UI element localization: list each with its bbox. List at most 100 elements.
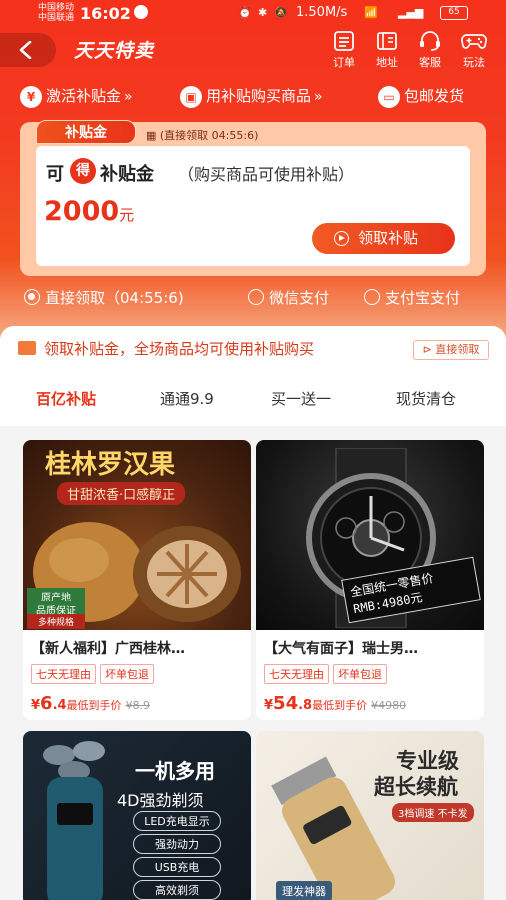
chip-seven-day-return: 七天无理由 [264, 664, 329, 684]
product-image-subtitle: 4D强劲剃须 [117, 791, 204, 810]
subsidy-countdown: ▦ (直接领取 04:55:6) [146, 127, 258, 143]
network-speed: 1.50M/s [296, 5, 348, 20]
subsidy-ke: 可 [46, 164, 64, 185]
claim-subsidy-label: 领取补贴 [358, 229, 419, 247]
order-label: 订单 [333, 56, 355, 69]
gameplay-button[interactable]: 玩法 [454, 30, 494, 70]
product-title: 【新人福利】广西桂林… [31, 641, 185, 657]
step-buy-label: 用补贴购买商品 [206, 87, 312, 105]
price-currency: ¥ [264, 698, 274, 713]
feature-pill: USB充电 [133, 857, 221, 877]
signal-icon: ▂▄▆ [398, 6, 424, 19]
subsidy-card: 可 得 补贴金 （购买商品可使用补贴） 2000元 领取补贴 [36, 146, 470, 266]
payment-options: 直接领取（04:55:6) 微信支付 支付宝支付 [0, 285, 506, 311]
spec-badge: 多种规格 [27, 614, 85, 629]
pay-option-alipay[interactable]: 支付宝支付 [364, 287, 460, 308]
product-badge: 理发神器 [276, 881, 332, 900]
clock: 16:02 [80, 4, 131, 23]
subsidy-countdown-text: (直接领取 04:55:6) [159, 129, 259, 142]
status-bar: 中国移动 中国联通 16:02 ⏰ ✱ 🔕 1.50M/s 📶 ▂▄▆ 65 [0, 0, 506, 26]
product-image: 全国统一零售价 RMB:4980元 [256, 440, 484, 630]
subsidy-label: 补贴金 [100, 164, 154, 185]
pay-option-wechat[interactable]: 微信支付 [248, 287, 329, 308]
step-activate: ¥ 激活补贴金» [20, 85, 133, 108]
product-image: 专业级 超长续航 3档调速 不卡发 理发神器 [256, 731, 484, 900]
play-icon [334, 231, 349, 246]
price-currency: ¥ [31, 698, 41, 713]
product-feed: 桂林罗汉果 甘甜浓香·口感醇正 原产地 品质保证 多种规格 【新人福利】广西桂林… [0, 426, 506, 900]
claim-subsidy-button[interactable]: 领取补贴 [312, 223, 455, 254]
category-tabs: 百亿补贴 通通9.9 买一送一 现货清仓 [0, 386, 506, 416]
tab-clearance[interactable]: 现货清仓 [396, 388, 456, 409]
price-decimal: .4 [52, 698, 67, 713]
process-steps: ¥ 激活补贴金» ▣ 用补贴购买商品» ▭ 包邮发货 [0, 82, 506, 112]
product-image-title: 一机多用 [135, 759, 215, 783]
order-icon [334, 31, 354, 51]
chip-damage-refund: 坏单包退 [333, 664, 387, 684]
product-title: 【大气有面子】瑞士男… [264, 641, 418, 657]
subsidy-amount-value: 2000 [44, 196, 120, 227]
product-image-subtitle: 甘甜浓香·口感醇正 [57, 482, 186, 505]
back-arrow-icon [19, 41, 32, 59]
step-arrow: » [124, 89, 133, 105]
tab-tongtong-99[interactable]: 通通9.9 [160, 388, 214, 409]
subsidy-description: （购买商品可使用补贴） [178, 165, 355, 184]
notice-text: 领取补贴金，全场商品均可使用补贴购买 [44, 340, 315, 358]
address-button[interactable]: 地址 [367, 30, 407, 70]
feature-pill: 强劲动力 [133, 834, 221, 854]
ticket-icon [18, 341, 36, 355]
product-card[interactable]: 专业级 超长续航 3档调速 不卡发 理发神器 [256, 731, 484, 900]
notice-bar: 领取补贴金，全场商品均可使用补贴购买 [18, 338, 314, 359]
step-ship: ▭ 包邮发货 [378, 85, 464, 108]
product-price: ¥6.4最低到手价 ¥8.9 [31, 693, 150, 714]
direct-claim-label: 直接领取 [435, 343, 480, 356]
step-arrow: » [314, 89, 323, 105]
radio-icon [364, 289, 380, 305]
radio-icon [248, 289, 264, 305]
product-chips: 七天无理由 坏单包退 [31, 663, 158, 684]
price-label: 最低到手价 [66, 699, 122, 712]
product-card[interactable]: 桂林罗汉果 甘甜浓香·口感醇正 原产地 品质保证 多种规格 【新人福利】广西桂林… [23, 440, 251, 720]
battery-indicator: 65 [440, 6, 468, 20]
wallet-icon: ▭ [378, 85, 400, 108]
page-title: 天天特卖 [74, 40, 155, 62]
wifi-icon: 📶 [364, 6, 378, 19]
content-panel: 领取补贴金，全场商品均可使用补贴购买 ⊳ 直接领取 百亿补贴 通通9.9 买一送… [0, 326, 506, 900]
back-button[interactable] [0, 33, 56, 67]
shaver-illustration [43, 741, 105, 900]
subsidy-tag: 补贴金 [36, 120, 136, 144]
original-price: ¥8.9 [125, 699, 151, 712]
chip-seven-day-return: 七天无理由 [31, 664, 96, 684]
hero-banner: 中国移动 中国联通 16:02 ⏰ ✱ 🔕 1.50M/s 📶 ▂▄▆ 65 天… [0, 0, 506, 345]
bluetooth-icon: ✱ [258, 6, 268, 19]
carrier-1: 中国移动 [38, 3, 75, 13]
step-activate-label: 激活补贴金 [46, 87, 122, 105]
product-chips: 七天无理由 坏单包退 [264, 663, 391, 684]
pay-option-direct[interactable]: 直接领取（04:55:6) [24, 287, 184, 308]
product-card[interactable]: 全国统一零售价 RMB:4980元 【大气有面子】瑞士男… 七天无理由 坏单包退 … [256, 440, 484, 720]
carrier-2: 中国联通 [38, 13, 75, 23]
shield-icon [134, 5, 148, 19]
product-card[interactable]: 一机多用 4D强劲剃须 LED充电显示 强劲动力 USB充电 高效剃须 [23, 731, 251, 900]
gamepad-icon [461, 34, 487, 49]
alarm-icon: ⏰ [238, 6, 252, 19]
pay-option-direct-label: 直接领取（04:55:6) [45, 289, 184, 307]
pay-option-wechat-label: 微信支付 [269, 289, 330, 307]
subsidy-amount-unit: 元 [119, 206, 135, 224]
original-price: ¥4980 [371, 699, 407, 712]
price-integer: 6 [40, 693, 53, 714]
product-image: 一机多用 4D强劲剃须 LED充电显示 强劲动力 USB充电 高效剃须 [23, 731, 251, 900]
price-integer: 54 [273, 693, 299, 714]
tab-buy-one-get-one[interactable]: 买一送一 [271, 388, 331, 409]
chip-damage-refund: 坏单包退 [100, 664, 154, 684]
mute-icon: 🔕 [274, 6, 288, 19]
price-label: 最低到手价 [312, 699, 368, 712]
order-button[interactable]: 订单 [324, 30, 364, 70]
shopping-bag-icon: ▣ [180, 85, 202, 108]
service-button[interactable]: 客服 [410, 30, 450, 70]
carrier-info: 中国移动 中国联通 [38, 3, 74, 23]
radio-selected-icon [24, 289, 40, 305]
service-label: 客服 [419, 56, 441, 69]
direct-claim-button[interactable]: ⊳ 直接领取 [413, 340, 489, 360]
tab-billion-subsidy[interactable]: 百亿补贴 [36, 388, 96, 409]
